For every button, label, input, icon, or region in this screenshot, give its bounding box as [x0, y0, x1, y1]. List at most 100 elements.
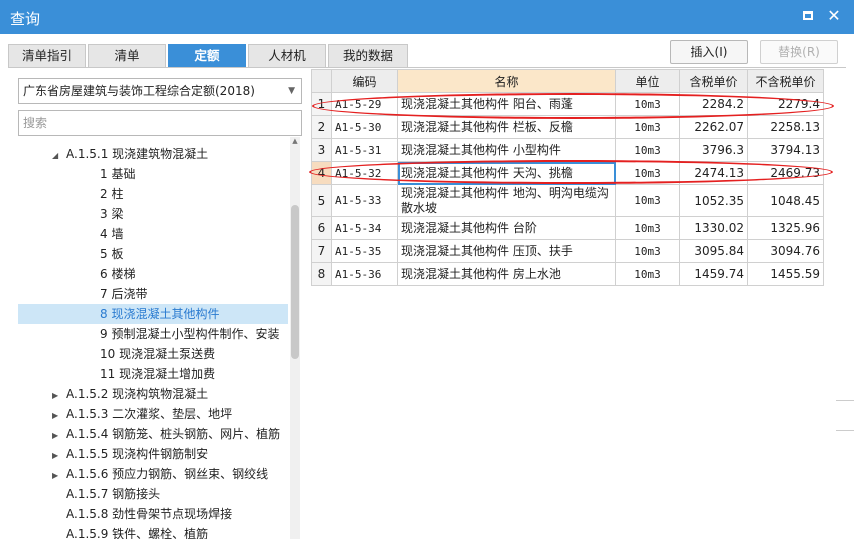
cell-code: A1-5-34	[331, 216, 398, 240]
cell-price-notax: 1048.45	[747, 184, 824, 217]
tree-item-label: 7 后浇带	[100, 287, 148, 301]
cell-price-tax: 3796.3	[679, 138, 748, 162]
tree-scrollbar[interactable]	[290, 137, 300, 539]
cell-unit: 10m3	[615, 239, 680, 263]
tree-item[interactable]: A.1.5.8 劲性骨架节点现场焊接	[18, 504, 288, 524]
tab-divider	[8, 67, 846, 68]
tab-quota[interactable]: 定额	[168, 44, 246, 68]
table-row[interactable]: 7 A1-5-35 现浇混凝土其他构件 压顶、扶手 10m3 3095.84 3094.7…	[311, 239, 824, 263]
tree-item[interactable]: A.1.5.7 钢筋接头	[18, 484, 288, 504]
cell-idx: 3	[311, 138, 332, 162]
cell-unit: 10m3	[615, 161, 680, 185]
tree-item[interactable]: 2 柱	[18, 184, 288, 204]
tree-item[interactable]: ▶ A.1.5.6 预应力钢筋、钢丝束、钢绞线	[18, 464, 288, 484]
tree-item[interactable]: ▶ A.1.5.3 二次灌浆、垫层、地坪	[18, 404, 288, 424]
table-row[interactable]: 8 A1-5-36 现浇混凝土其他构件 房上水池 10m3 1459.74 1455.59	[311, 262, 824, 286]
header-price-notax[interactable]: 不含税单价	[747, 69, 824, 93]
replace-button[interactable]: 替换(R)	[760, 40, 838, 64]
table-row[interactable]: 6 A1-5-34 现浇混凝土其他构件 台阶 10m3 1330.02 1325.96	[311, 216, 824, 240]
cell-idx: 4	[311, 161, 332, 185]
title-bar: 查询 ✕	[0, 0, 854, 34]
maximize-icon[interactable]	[800, 8, 816, 24]
header-price-tax[interactable]: 含税单价	[679, 69, 748, 93]
tree-item[interactable]: ▶ A.1.5.4 钢筋笼、桩头钢筋、网片、植筋	[18, 424, 288, 444]
table-row[interactable]: 1 A1-5-29 现浇混凝土其他构件 阳台、雨蓬 10m3 2284.2 2279.4	[311, 92, 824, 116]
tree-item[interactable]: 6 楼梯	[18, 264, 288, 284]
header-index	[311, 69, 332, 93]
cell-price-notax: 2258.13	[747, 115, 824, 139]
tree-item[interactable]: A.1.5.9 铁件、螺栓、植筋	[18, 524, 288, 539]
expand-icon[interactable]: ▶	[52, 426, 62, 444]
table-row[interactable]: 3 A1-5-31 现浇混凝土其他构件 小型构件 10m3 3796.3 3794.13	[311, 138, 824, 162]
table-row[interactable]: 5 A1-5-33 现浇混凝土其他构件 地沟、明沟电缆沟散水坡 10m3 1052.35…	[311, 184, 824, 217]
cell-price-notax: 2279.4	[747, 92, 824, 116]
tree-scrollbar-thumb[interactable]	[291, 205, 299, 359]
scroll-up-icon[interactable]: ▲	[290, 137, 300, 149]
cell-name: 现浇混凝土其他构件 天沟、挑檐	[397, 161, 616, 185]
quota-library-value: 广东省房屋建筑与装饰工程综合定额(2018)	[23, 84, 255, 98]
cell-price-notax: 1325.96	[747, 216, 824, 240]
left-panel: 广东省房屋建筑与装饰工程综合定额(2018) ▼ ◢ A.1.5.1 现浇建筑物混…	[14, 74, 304, 539]
tree-item-label: 6 楼梯	[100, 267, 136, 281]
tree-item-label: 4 墙	[100, 227, 124, 241]
insert-button[interactable]: 插入(I)	[670, 40, 748, 64]
cell-idx: 7	[311, 239, 332, 263]
cell-name: 现浇混凝土其他构件 地沟、明沟电缆沟散水坡	[397, 184, 616, 217]
cell-name: 现浇混凝土其他构件 台阶	[397, 216, 616, 240]
tree-item-label: A.1.5.1 现浇建筑物混凝土	[66, 147, 209, 161]
cell-name: 现浇混凝土其他构件 房上水池	[397, 262, 616, 286]
cell-unit: 10m3	[615, 92, 680, 116]
tab-my-data[interactable]: 我的数据	[328, 44, 408, 68]
expand-icon[interactable]: ▶	[52, 406, 62, 424]
cell-price-notax: 3794.13	[747, 138, 824, 162]
tab-bill[interactable]: 清单	[88, 44, 166, 68]
cell-unit: 10m3	[615, 262, 680, 286]
cell-name: 现浇混凝土其他构件 阳台、雨蓬	[397, 92, 616, 116]
tree-item[interactable]: 11 现浇混凝土增加费	[18, 364, 288, 384]
cell-code: A1-5-32	[331, 161, 398, 185]
tab-labor-material[interactable]: 人材机	[248, 44, 326, 68]
tree-item[interactable]: 4 墙	[18, 224, 288, 244]
tree-item[interactable]: 1 基础	[18, 164, 288, 184]
header-unit[interactable]: 单位	[615, 69, 680, 93]
tree-item[interactable]: 5 板	[18, 244, 288, 264]
expand-icon[interactable]: ▶	[52, 466, 62, 484]
tree-item-label: 8 现浇混凝土其他构件	[100, 307, 220, 321]
tab-bill-guide[interactable]: 清单指引	[8, 44, 86, 68]
cell-unit: 10m3	[615, 115, 680, 139]
collapse-icon[interactable]: ◢	[52, 146, 62, 164]
tree-item[interactable]: 9 预制混凝土小型构件制作、安装	[18, 324, 288, 344]
cell-name: 现浇混凝土其他构件 栏板、反檐	[397, 115, 616, 139]
window-title: 查询	[10, 10, 41, 28]
cell-name: 现浇混凝土其他构件 小型构件	[397, 138, 616, 162]
header-code[interactable]: 编码	[331, 69, 398, 93]
tree-item[interactable]: ◢ A.1.5.1 现浇建筑物混凝土	[18, 144, 288, 164]
tree-item-label: 9 预制混凝土小型构件制作、安装	[100, 327, 280, 341]
tree-item[interactable]: ▶ A.1.5.5 现浇构件钢筋制安	[18, 444, 288, 464]
cell-idx: 2	[311, 115, 332, 139]
tree-item-label: A.1.5.2 现浇构筑物混凝土	[66, 387, 209, 401]
close-icon[interactable]: ✕	[826, 8, 842, 24]
expand-icon[interactable]: ▶	[52, 386, 62, 404]
cell-code: A1-5-35	[331, 239, 398, 263]
table-row[interactable]: 2 A1-5-30 现浇混凝土其他构件 栏板、反檐 10m3 2262.07 2258.1…	[311, 115, 824, 139]
table-row[interactable]: 4 A1-5-32 现浇混凝土其他构件 天沟、挑檐 10m3 2474.13 2469.7…	[311, 161, 824, 185]
tree-item-label: 11 现浇混凝土增加费	[100, 367, 216, 381]
tree-item[interactable]: 10 现浇混凝土泵送费	[18, 344, 288, 364]
table-header-row: 编码 名称 单位 含税单价 不含税单价	[311, 69, 824, 93]
tree-item-label: 10 现浇混凝土泵送费	[100, 347, 216, 361]
cell-price-tax: 2284.2	[679, 92, 748, 116]
header-name[interactable]: 名称	[397, 69, 616, 93]
cell-name: 现浇混凝土其他构件 压顶、扶手	[397, 239, 616, 263]
tree-item[interactable]: ▶ A.1.5.2 现浇构筑物混凝土	[18, 384, 288, 404]
search-input[interactable]	[18, 110, 302, 136]
tree-item[interactable]: 8 现浇混凝土其他构件	[18, 304, 288, 324]
tree-item[interactable]: 7 后浇带	[18, 284, 288, 304]
cell-price-tax: 1330.02	[679, 216, 748, 240]
cell-price-notax: 3094.76	[747, 239, 824, 263]
tree-item[interactable]: 3 梁	[18, 204, 288, 224]
cell-price-tax: 1052.35	[679, 184, 748, 217]
cell-unit: 10m3	[615, 184, 680, 217]
expand-icon[interactable]: ▶	[52, 446, 62, 464]
quota-library-select[interactable]: 广东省房屋建筑与装饰工程综合定额(2018) ▼	[18, 78, 302, 104]
